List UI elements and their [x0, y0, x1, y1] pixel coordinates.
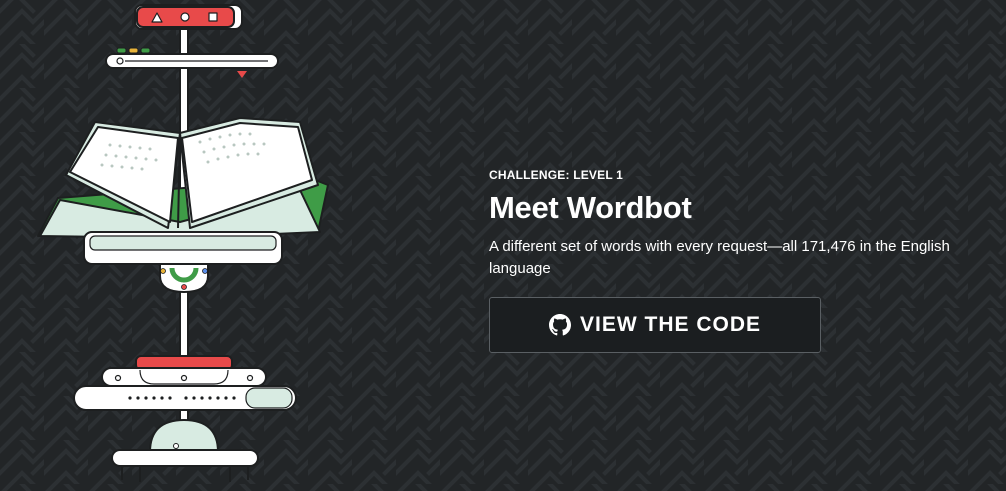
challenge-level-label: CHALLENGE: LEVEL 1 [489, 168, 624, 182]
page-title: Meet Wordbot [489, 190, 692, 225]
github-icon [548, 314, 571, 336]
hero-content: CHALLENGE: LEVEL 1 Meet Wordbot A differ… [489, 168, 989, 353]
view-code-button[interactable]: VIEW THE CODE [489, 297, 821, 353]
description: A different set of words with every requ… [489, 238, 950, 277]
wordbot-illustration [37, 4, 329, 482]
view-code-label: VIEW THE CODE [579, 313, 761, 336]
